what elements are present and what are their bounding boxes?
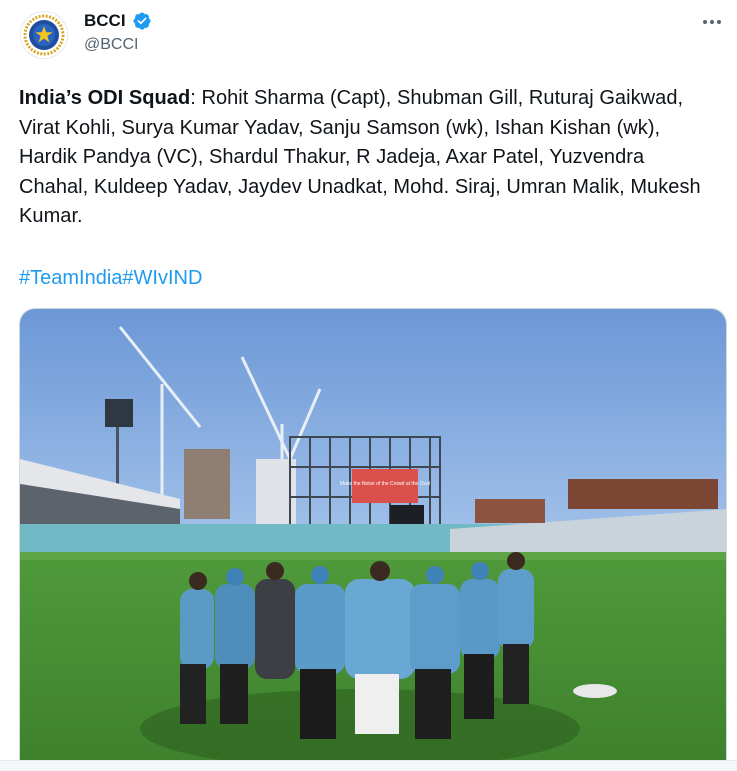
tweet-bold-label: India’s ODI Squad <box>19 87 191 109</box>
account-name-row: BCCI <box>84 11 152 31</box>
player-huddle <box>140 552 580 769</box>
avatar[interactable] <box>20 11 68 59</box>
bcci-logo-icon <box>22 13 66 57</box>
tweet-text: India’s ODI Squad: Rohit Sharma (Capt), … <box>19 84 719 232</box>
brick-houses <box>568 479 718 509</box>
tweet-photo[interactable]: Make the Noise of the Crowd at the Oval <box>19 308 727 771</box>
kit-bag <box>573 684 617 698</box>
tweet-card: BCCI @BCCI India’s ODI Squad: Rohit Shar… <box>0 0 737 771</box>
hashtag-link[interactable]: #WIvIND <box>122 267 202 289</box>
hashtag-row: #TeamIndia#WIvIND <box>19 264 202 292</box>
team-huddle-photo: Make the Noise of the Crowd at the Oval <box>20 309 726 771</box>
account-handle[interactable]: @BCCI <box>84 36 138 54</box>
brick-building <box>475 499 545 523</box>
account-name[interactable]: BCCI <box>84 11 126 31</box>
tower-building <box>184 449 230 519</box>
hashtag-link[interactable]: #TeamIndia <box>19 267 122 289</box>
tweet-bottom-edge <box>0 760 737 771</box>
verified-badge-icon <box>133 12 151 30</box>
more-options-icon[interactable] <box>699 12 725 32</box>
scoreboard-text: Make the Noise of the Crowd at the Oval <box>340 481 430 487</box>
